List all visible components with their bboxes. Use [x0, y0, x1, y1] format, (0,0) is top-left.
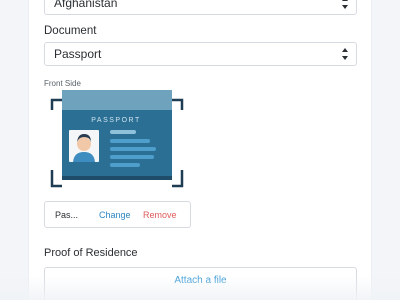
passport-header	[62, 90, 172, 110]
uploaded-file-name: Pas...	[55, 210, 79, 220]
country-select-value: Afghanistan	[54, 0, 118, 10]
select-arrows-icon	[342, 48, 348, 60]
front-side-label: Front Side	[44, 79, 81, 88]
country-select[interactable]: Afghanistan	[44, 0, 357, 15]
passport-title: PASSPORT	[91, 117, 140, 124]
select-arrows-icon	[342, 0, 348, 9]
attach-file-label: Attach a file	[174, 275, 227, 286]
change-file-link[interactable]: Change	[99, 210, 131, 220]
proof-of-residence-label: Proof of Residence	[44, 247, 138, 259]
attach-file-button[interactable]: Attach a file	[44, 267, 357, 300]
remove-file-link[interactable]: Remove	[143, 210, 177, 220]
passport-illustration: PASSPORT	[50, 90, 184, 188]
document-label: Document	[44, 25, 97, 37]
document-select[interactable]: Passport	[44, 42, 357, 66]
uploaded-file-box: Pas... Change Remove	[44, 201, 191, 228]
document-select-value: Passport	[54, 47, 102, 61]
